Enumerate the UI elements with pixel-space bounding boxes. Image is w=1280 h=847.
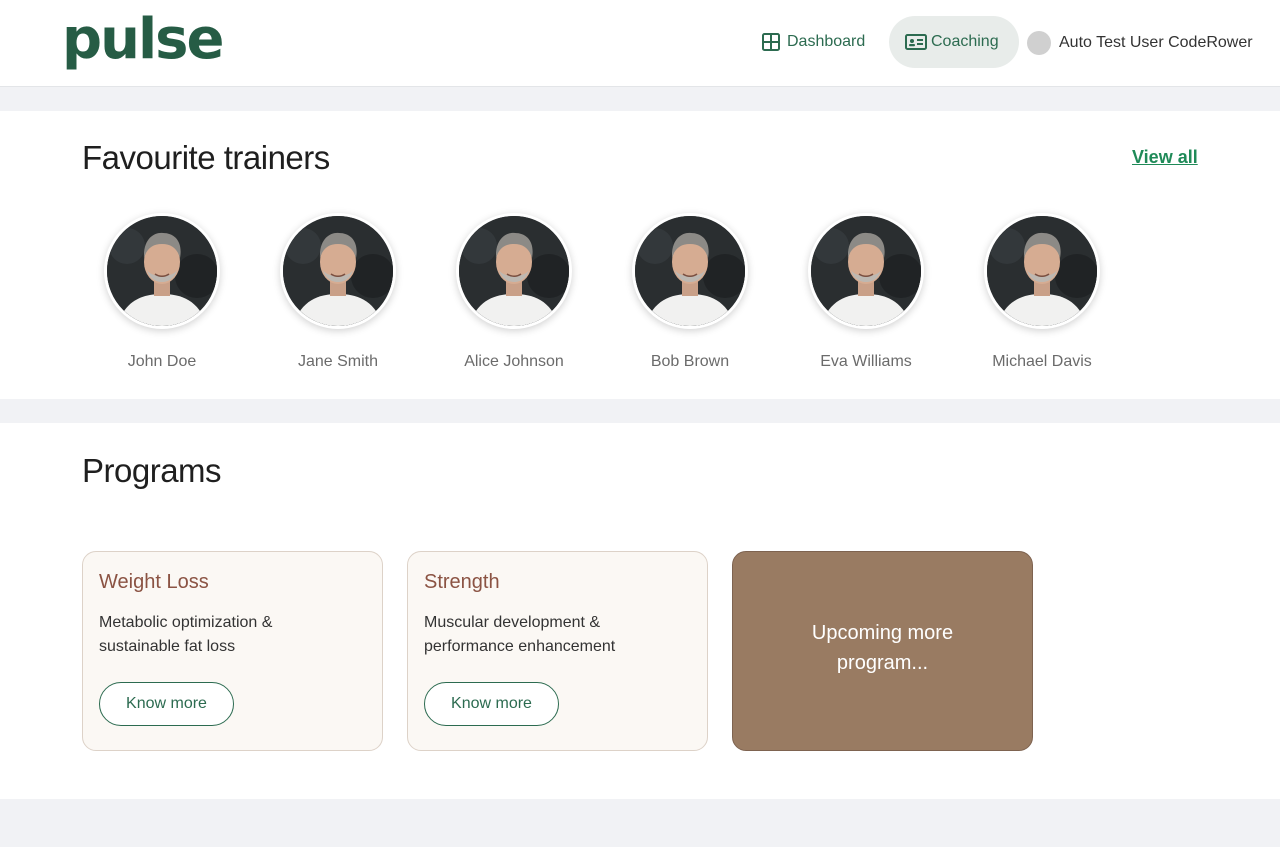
trainer-avatar xyxy=(984,213,1100,329)
trainer-item[interactable]: John Doe xyxy=(82,213,242,371)
trainer-name: John Doe xyxy=(127,353,197,370)
trainer-item[interactable]: Alice Johnson xyxy=(434,213,594,371)
program-card-weight-loss: Weight Loss Metabolic optimization & sus… xyxy=(82,551,383,751)
trainer-item[interactable]: Bob Brown xyxy=(610,213,770,371)
section-title: Favourite trainers xyxy=(82,139,330,176)
trainer-name: Bob Brown xyxy=(650,353,730,370)
trainer-avatar xyxy=(104,213,220,329)
id-card-icon xyxy=(905,32,927,52)
program-title: Weight Loss xyxy=(99,571,209,593)
grid-icon xyxy=(761,32,781,52)
trainer-avatar xyxy=(280,213,396,329)
avatar xyxy=(1027,31,1051,55)
favourite-trainers-section: Favourite trainers View all John Doe Jane… xyxy=(0,111,1280,399)
trainer-name: Eva Williams xyxy=(820,353,912,370)
user-name: Auto Test User CodeRower xyxy=(1059,34,1253,51)
trainer-name: Jane Smith xyxy=(297,353,379,370)
trainer-item[interactable]: Eva Williams xyxy=(786,213,946,371)
know-more-button[interactable]: Know more xyxy=(424,682,559,726)
trainer-item[interactable]: Jane Smith xyxy=(258,213,418,371)
nav-coaching-label: Coaching xyxy=(931,33,999,50)
program-card-strength: Strength Muscular development & performa… xyxy=(407,551,708,751)
user-menu[interactable]: Auto Test User CodeRower xyxy=(1027,30,1253,56)
programs-section: Programs Weight Loss Metabolic optimizat… xyxy=(0,423,1280,799)
nav-dashboard[interactable]: Dashboard xyxy=(745,16,881,68)
view-all-link[interactable]: View all xyxy=(1132,147,1198,168)
upcoming-program-card: Upcoming more program... xyxy=(732,551,1033,751)
trainer-item[interactable]: Michael Davis xyxy=(962,213,1122,371)
program-title: Strength xyxy=(424,571,500,593)
trainer-avatar xyxy=(456,213,572,329)
nav-coaching[interactable]: Coaching xyxy=(889,16,1019,68)
top-header: pulse Dashboard Coaching Auto Test User … xyxy=(0,0,1280,87)
trainer-avatar xyxy=(808,213,924,329)
trainer-avatar xyxy=(632,213,748,329)
program-description: Muscular development & performance enhan… xyxy=(424,614,616,655)
nav-dashboard-label: Dashboard xyxy=(787,33,866,50)
upcoming-text: Upcoming more program... xyxy=(811,622,954,674)
trainer-name: Michael Davis xyxy=(992,353,1092,370)
know-more-button[interactable]: Know more xyxy=(99,682,234,726)
trainer-name: Alice Johnson xyxy=(464,353,564,370)
section-title: Programs xyxy=(82,452,222,489)
program-description: Metabolic optimization & sustainable fat… xyxy=(99,614,273,655)
pulse-logo[interactable]: pulse xyxy=(62,4,224,76)
